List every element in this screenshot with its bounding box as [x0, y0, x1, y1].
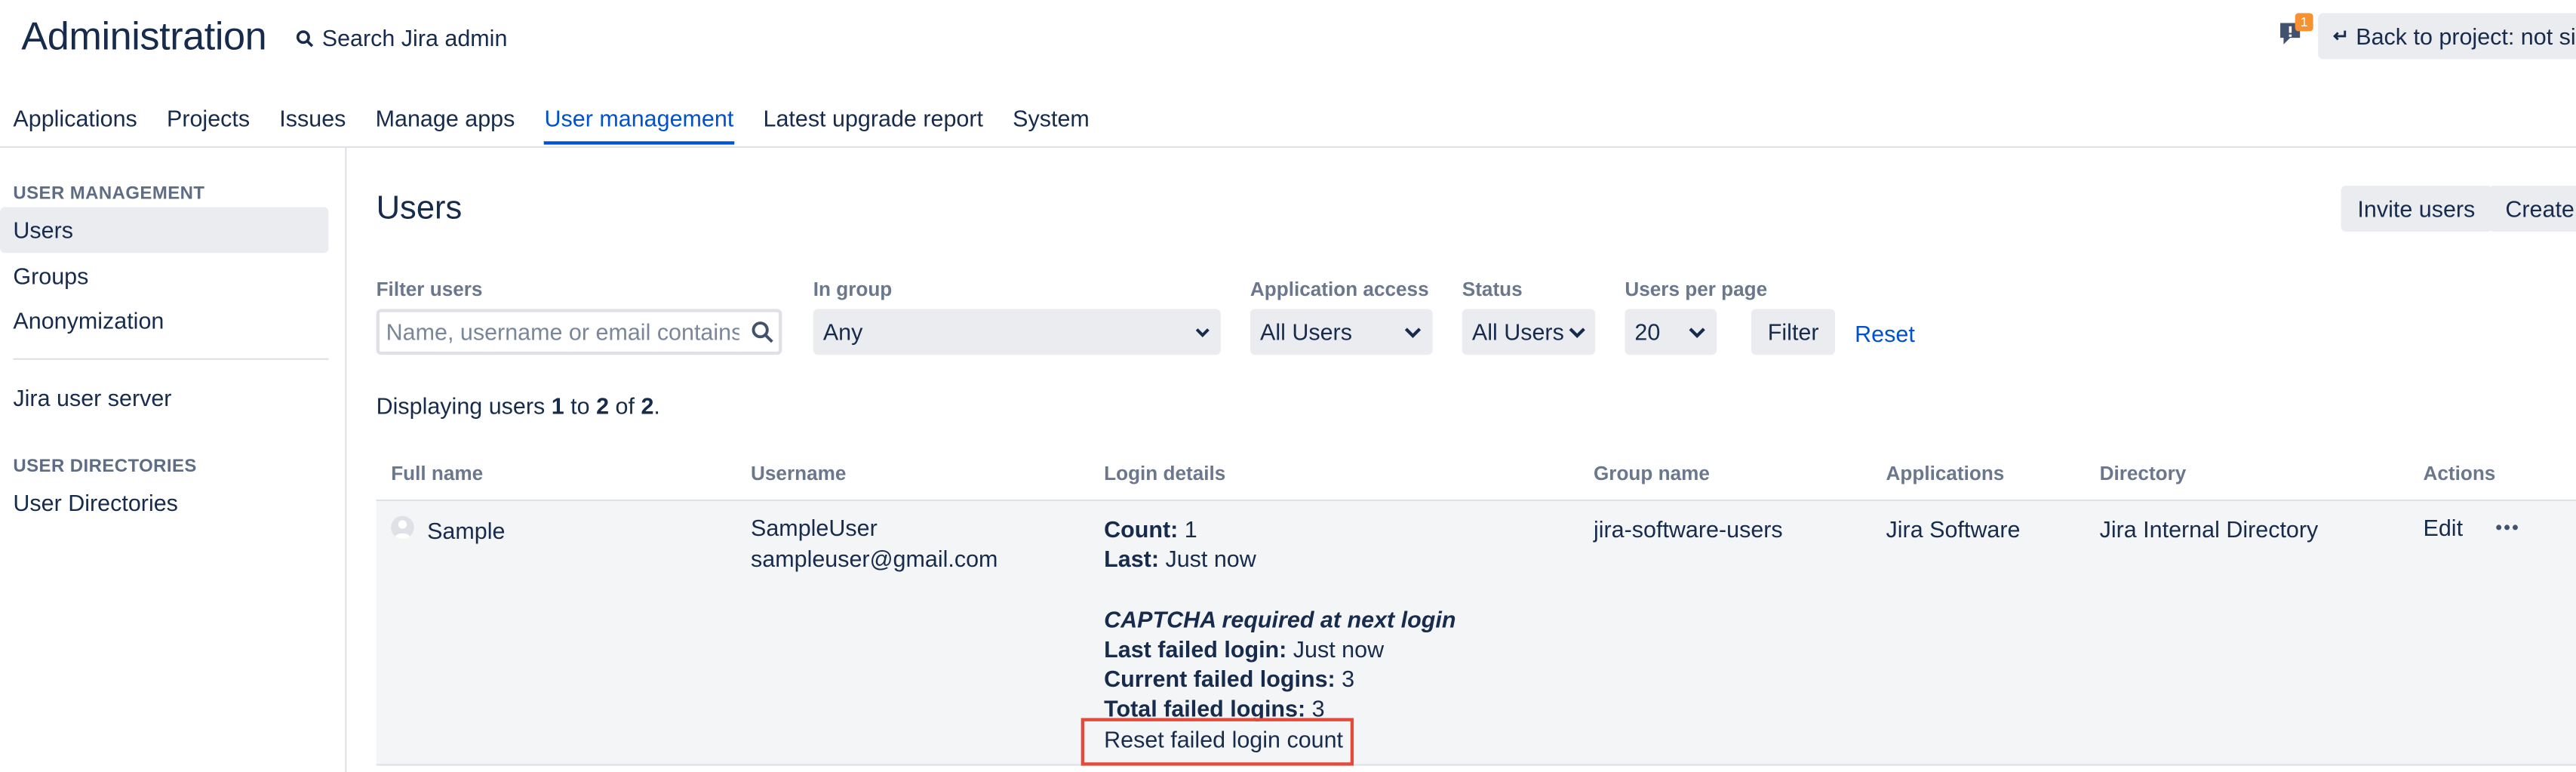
col-header-group-name: Group name: [1593, 461, 1710, 485]
application-access-select[interactable]: All Users: [1250, 309, 1433, 355]
avatar: [391, 515, 414, 540]
sidebar-item-anonymization[interactable]: Anonymization: [0, 297, 328, 343]
display-to-word: to: [564, 392, 597, 420]
table-row-divider: [376, 764, 2576, 766]
user-full-name-link[interactable]: Sample: [427, 516, 505, 546]
last-login-label: Last:: [1104, 545, 1159, 572]
tab-applications[interactable]: Applications: [13, 105, 137, 144]
last-login-value: Just now: [1165, 545, 1256, 572]
highlight-box: [1081, 718, 1354, 766]
last-failed-login-label: Last failed login:: [1104, 635, 1287, 663]
col-header-directory: Directory: [2099, 461, 2187, 485]
search-icon: [296, 29, 314, 47]
users-per-page-select[interactable]: 20: [1625, 309, 1717, 355]
current-failed-logins-label: Current failed logins:: [1104, 665, 1336, 692]
users-per-page-value: 20: [1634, 318, 1661, 346]
status-label: Status: [1462, 277, 1523, 301]
col-header-login-details: Login details: [1104, 461, 1226, 485]
sidebar-item-user-directories[interactable]: User Directories: [0, 480, 328, 526]
chevron-down-icon: [1689, 328, 1705, 338]
display-prefix: Displaying users: [376, 392, 552, 420]
sidebar-item-users[interactable]: Users: [0, 207, 329, 254]
col-header-applications: Applications: [1886, 461, 2005, 485]
current-failed-logins-value: 3: [1342, 665, 1355, 692]
edit-user-link[interactable]: Edit: [2424, 512, 2464, 542]
displaying-users-text: Displaying users 1 to 2 of 2.: [377, 392, 660, 419]
chevron-down-icon: [1195, 328, 1210, 337]
tab-manage-apps[interactable]: Manage apps: [376, 105, 515, 144]
last-failed-login: Last failed login: Just now: [1104, 634, 1384, 663]
tab-system[interactable]: System: [1013, 105, 1090, 144]
filter-users-label: Filter users: [376, 277, 483, 301]
login-count-label: Count:: [1104, 515, 1179, 543]
login-count: Count: 1: [1104, 514, 1197, 543]
nav-divider: [0, 146, 2576, 148]
tab-user-management[interactable]: User management: [544, 105, 734, 145]
page-title: Users: [376, 190, 463, 227]
display-from: 1: [551, 392, 564, 420]
username-text: SampleUser: [751, 514, 878, 541]
sidebar-item-groups[interactable]: Groups: [0, 253, 328, 299]
in-group-select[interactable]: Any: [813, 309, 1221, 355]
status-select[interactable]: All Users: [1462, 309, 1596, 355]
current-failed-logins: Current failed logins: 3: [1104, 664, 1354, 694]
application-access-label: Application access: [1250, 277, 1429, 301]
captcha-required-text: CAPTCHA required at next login: [1104, 606, 1456, 633]
reset-filters-link[interactable]: Reset: [1855, 321, 1915, 347]
login-count-value: 1: [1184, 515, 1197, 543]
notification-badge: 1: [2295, 13, 2313, 32]
directory-text: Jira Internal Directory: [2099, 515, 2319, 543]
sidebar-item-jira-user-server[interactable]: Jira user server: [0, 374, 328, 420]
in-group-value: Any: [822, 318, 863, 346]
more-actions-icon[interactable]: [2495, 519, 2518, 536]
display-of-word: of: [609, 392, 641, 420]
status-value: All Users: [1471, 318, 1564, 346]
chevron-down-icon: [1404, 328, 1422, 338]
notifications-button[interactable]: 1: [2277, 13, 2313, 51]
col-header-full-name: Full name: [391, 461, 484, 485]
sidebar: USER MANAGEMENT Users Groups Anonymizati…: [0, 147, 347, 772]
app-title: Administration: [21, 14, 267, 60]
back-to-project-label: Back to project: not sim: [2356, 23, 2576, 50]
tab-projects[interactable]: Projects: [167, 105, 250, 144]
display-to: 2: [596, 392, 610, 420]
last-failed-login-value: Just now: [1293, 635, 1385, 663]
tab-latest-upgrade-report[interactable]: Latest upgrade report: [763, 105, 982, 144]
group-name-link[interactable]: jira-software-users: [1594, 514, 1783, 543]
last-login: Last: Just now: [1104, 544, 1256, 574]
tab-issues[interactable]: Issues: [279, 105, 346, 144]
col-header-username: Username: [751, 461, 847, 485]
user-icon: [394, 520, 411, 540]
display-suffix: .: [653, 392, 660, 420]
user-email-link[interactable]: sampleuser@gmail.com: [751, 544, 998, 574]
sidebar-heading-user-management: USER MANAGEMENT: [13, 183, 205, 204]
col-header-actions: Actions: [2423, 461, 2496, 485]
search-label: Search Jira admin: [321, 24, 508, 51]
return-arrow-icon: [2333, 30, 2347, 41]
search-jira-admin[interactable]: Search Jira admin: [296, 25, 507, 51]
display-total: 2: [641, 392, 654, 420]
invite-users-button[interactable]: Invite users: [2341, 186, 2492, 232]
users-per-page-label: Users per page: [1625, 277, 1768, 301]
admin-nav-tabs: Applications Projects Issues Manage apps…: [13, 105, 1090, 145]
in-group-label: In group: [813, 277, 893, 301]
filter-users-input[interactable]: [376, 309, 782, 355]
filter-button[interactable]: Filter: [1751, 309, 1836, 355]
application-access-value: All Users: [1259, 318, 1352, 346]
sidebar-divider: [13, 358, 329, 360]
create-user-button[interactable]: Create user: [2488, 186, 2576, 232]
chevron-down-icon: [1569, 328, 1585, 338]
back-to-project-button[interactable]: Back to project: not sim: [2318, 13, 2576, 60]
search-icon: [752, 321, 773, 343]
applications-text: Jira Software: [1886, 515, 2021, 543]
sidebar-heading-user-directories: USER DIRECTORIES: [13, 457, 197, 477]
